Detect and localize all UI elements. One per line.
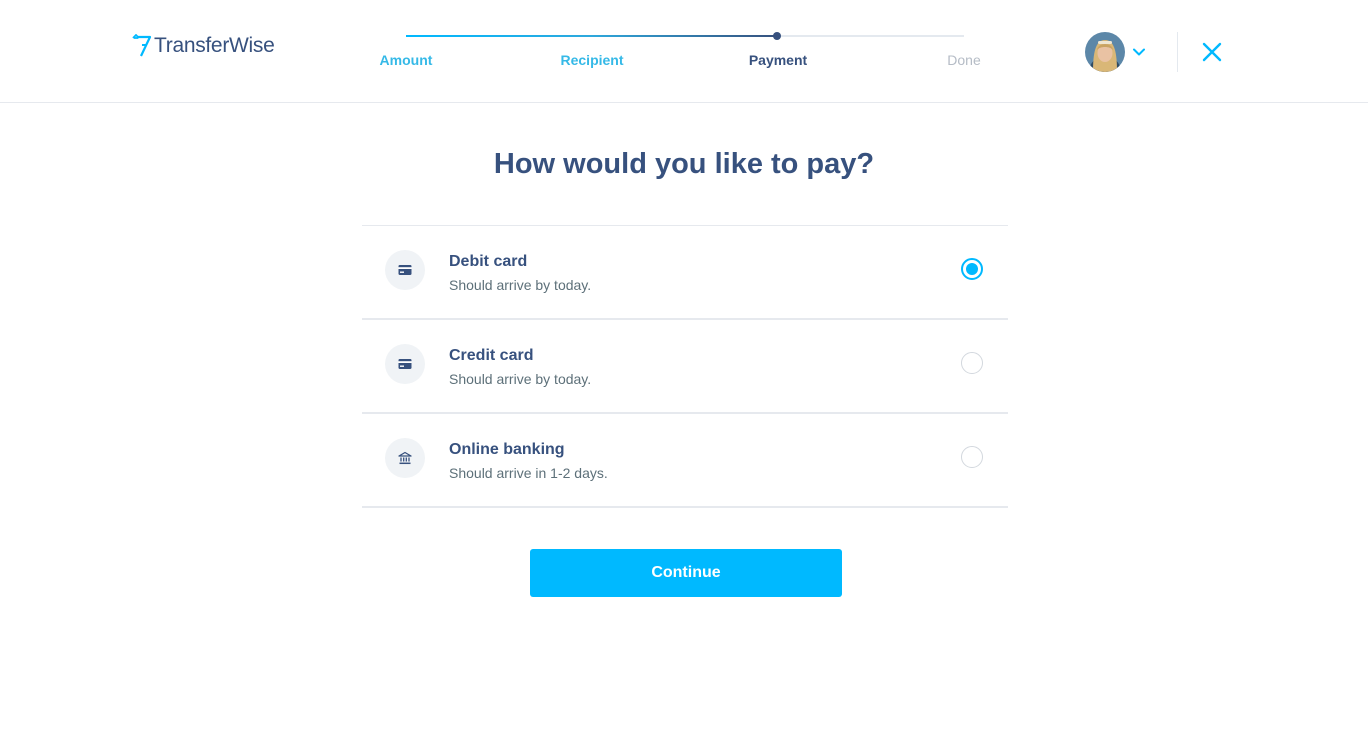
step-done: Done [947,52,981,68]
continue-button[interactable]: Continue [530,549,842,597]
payment-option-credit-card[interactable]: Credit card Should arrive by today. [362,320,1008,414]
user-avatar[interactable] [1085,32,1125,72]
page-title: How would you like to pay? [493,148,875,180]
option-title: Debit card [449,253,528,270]
radio-online-banking[interactable] [961,446,983,468]
step-recipient[interactable]: Recipient [560,52,623,68]
transferwise-logo[interactable]: TransferWise [132,32,275,60]
card-icon [385,344,425,384]
radio-debit-card[interactable] [961,258,983,280]
page: TransferWise Amount Recipient Payment Do… [0,0,1368,748]
step-payment: Payment [748,52,808,68]
header-divider [1177,32,1178,72]
chevron-down-icon[interactable] [1131,44,1147,60]
option-subtitle: Should arrive by today. [449,371,592,387]
option-subtitle: Should arrive in 1-2 days. [449,465,608,481]
option-subtitle: Should arrive by today. [449,277,592,293]
option-title: Credit card [449,347,534,364]
payment-option-debit-card[interactable]: Debit card Should arrive by today. [362,226,1008,320]
avatar-image [1085,32,1125,72]
step-amount[interactable]: Amount [380,52,433,68]
payment-method-list: Debit card Should arrive by today. Credi… [362,225,1008,508]
stepper-current-dot [773,32,781,40]
top-bar: TransferWise Amount Recipient Payment Do… [0,0,1368,103]
progress-stepper: Amount Recipient Payment Done [372,20,1002,80]
transferwise-flag-icon [132,34,152,57]
card-icon [385,250,425,290]
close-icon[interactable] [1200,40,1224,64]
payment-option-online-banking[interactable]: Online banking Should arrive in 1-2 days… [362,414,1008,508]
stepper-track-progress [406,35,777,37]
logo-text: TransferWise [154,34,275,57]
radio-credit-card[interactable] [961,352,983,374]
option-title: Online banking [449,441,565,458]
bank-icon [385,438,425,478]
